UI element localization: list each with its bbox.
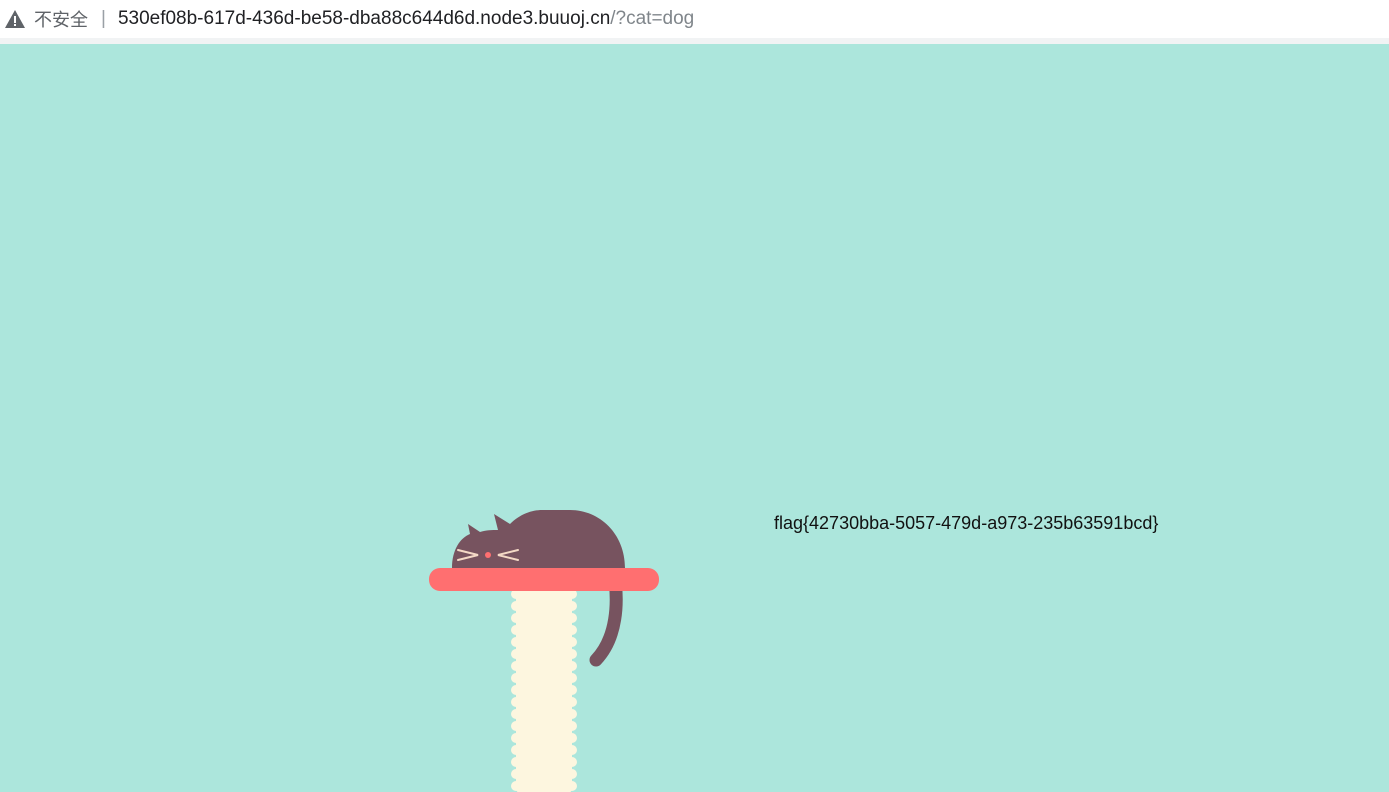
cat-shelf (429, 568, 659, 591)
flag-text: flag{42730bba-5057-479d-a973-235b63591bc… (774, 513, 1159, 533)
address-bar[interactable]: 不安全 | 530ef08b-617d-436d-be58-dba88c644d… (0, 0, 1389, 38)
separator: | (101, 8, 106, 29)
warning-triangle-icon[interactable] (4, 8, 26, 30)
sleeping-cat-illustration (420, 454, 680, 792)
cat-nose (485, 552, 491, 558)
url-path[interactable]: /?cat=dog (610, 8, 694, 30)
security-label[interactable]: 不安全 (34, 6, 88, 32)
url-host[interactable]: 530ef08b-617d-436d-be58-dba88c644d6d.nod… (118, 8, 610, 30)
page-content: flag{42730bba-5057-479d-a973-235b63591bc… (0, 44, 1389, 792)
scratching-post (511, 584, 577, 792)
